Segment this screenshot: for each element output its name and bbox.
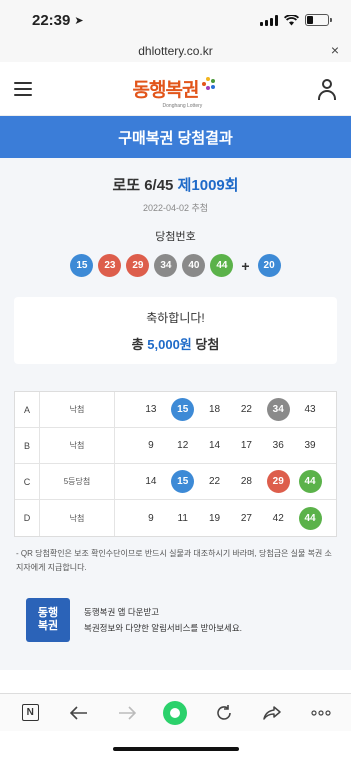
pick-number: 19: [209, 512, 221, 524]
winning-numbers: 15 23 29 34 40 44 + 20: [0, 254, 351, 277]
pick-number: 12: [177, 440, 189, 451]
url-text: dhlottery.co.kr: [138, 44, 213, 58]
pick-number-hit: 44: [298, 506, 322, 530]
pick-number: 9: [148, 440, 154, 451]
signal-icon: [260, 14, 278, 26]
congrats-text: 축하합니다!: [146, 310, 205, 325]
home-dot-icon[interactable]: [161, 699, 189, 727]
table-row: C 5등당첨 14 15 22 28 29 44: [15, 464, 336, 500]
logo[interactable]: 동행복권 Donghang Lottery: [132, 75, 217, 109]
pick-status: 낙첨: [40, 500, 115, 536]
pick-status: 5등당첨: [40, 464, 115, 499]
winning-ball: 40: [182, 254, 206, 277]
pick-number: 36: [272, 440, 284, 451]
pick-letter: D: [15, 500, 40, 536]
pick-number-hit: 15: [171, 470, 195, 493]
promo-line2: 복권정보와 다양한 알림서비스를 받아보세요.: [84, 623, 243, 633]
app-promo[interactable]: 동행 복권 동행복권 앱 다운받고 복권정보와 다양한 알림서비스를 받아보세요…: [0, 595, 351, 645]
page-title: 구매복권 당첨결과: [0, 116, 351, 158]
pick-number-hit: 44: [298, 470, 322, 493]
winning-ball: 23: [98, 254, 122, 277]
pick-number: 14: [145, 476, 157, 487]
winning-numbers-label: 당첨번호: [155, 231, 196, 243]
pick-numbers: 9 12 14 17 36 39: [115, 434, 336, 457]
clock-text: 22:39: [32, 11, 71, 29]
winning-ball: 34: [154, 254, 178, 277]
back-arrow-icon[interactable]: [65, 699, 93, 727]
more-icon[interactable]: [307, 699, 335, 727]
reload-icon[interactable]: [210, 699, 238, 727]
prize-prefix: 총: [131, 336, 144, 352]
url-bar[interactable]: dhlottery.co.kr ×: [0, 40, 351, 62]
location-arrow-icon: ➤: [74, 14, 84, 27]
promo-line1: 동행복권 앱 다운받고: [84, 607, 160, 617]
share-icon[interactable]: [258, 699, 286, 727]
logo-subtitle: Donghang Lottery: [162, 103, 203, 109]
pick-letter: A: [15, 392, 40, 427]
logo-text: 동행복권: [132, 75, 200, 102]
prize-amount: 5,000원: [147, 336, 192, 352]
prize-text: 총 5,000원 당첨: [132, 334, 220, 353]
pick-number: 42: [272, 512, 284, 524]
browser-toolbar: N: [0, 693, 351, 731]
pick-letter: B: [15, 428, 40, 463]
plus-sign: +: [241, 257, 250, 274]
pick-status: 낙첨: [40, 428, 115, 463]
pick-status: 낙첨: [40, 392, 115, 427]
close-icon[interactable]: ×: [331, 42, 339, 58]
pick-number: 22: [209, 476, 221, 487]
table-row: A 낙첨 13 15 18 22 34 43: [15, 392, 336, 428]
battery-icon: [305, 14, 332, 26]
winning-ball: 15: [70, 254, 94, 277]
pick-number: 39: [304, 440, 316, 451]
winning-ball: 29: [126, 254, 150, 277]
wifi-icon: [284, 14, 299, 25]
draw-date: 2022-04-02 추첨: [142, 203, 209, 213]
pick-number: 9: [148, 512, 154, 524]
pick-number: 11: [177, 512, 188, 524]
pick-number: 27: [240, 512, 252, 524]
logo-wordmark: 동행복권: [132, 80, 200, 101]
app-header: 동행복권 Donghang Lottery: [0, 62, 351, 116]
promo-logo-line2: 복권: [37, 620, 59, 632]
pick-number: 17: [240, 440, 252, 451]
pick-number-hit: 34: [266, 398, 290, 421]
pick-number: 14: [209, 440, 221, 451]
user-icon[interactable]: [317, 78, 337, 100]
logo-burst-icon: [200, 76, 216, 92]
pick-number-hit: 15: [171, 398, 195, 421]
pick-number: 22: [240, 404, 252, 415]
home-indicator: [112, 747, 239, 751]
main-content: 로또 6/45 제1009회 2022-04-02 추첨 당첨번호 15 23 …: [0, 158, 351, 670]
status-icons: [260, 14, 332, 26]
pick-number: 18: [209, 404, 221, 415]
pick-number: 28: [240, 476, 252, 487]
notice-text: - QR 당첨확인은 보조 확인수단이므로 반드시 실물과 대조하시기 바라며,…: [16, 549, 332, 572]
pick-number: 43: [304, 404, 316, 415]
pick-numbers: 14 15 22 28 29 44: [115, 470, 336, 493]
promo-app-logo[interactable]: 동행 복권: [26, 598, 70, 642]
pick-number-hit: 29: [266, 470, 290, 493]
pick-letter: C: [15, 464, 40, 499]
pick-numbers: 13 15 18 22 34 43: [115, 398, 336, 421]
game-name: 로또 6/45: [112, 177, 174, 194]
promo-text: 동행복권 앱 다운받고 복권정보와 다양한 알림서비스를 받아보세요.: [84, 604, 242, 636]
menu-icon[interactable]: [14, 81, 32, 96]
pick-number: 13: [145, 404, 157, 415]
table-row: D 낙첨 9 11 19 27 42 44: [15, 500, 336, 536]
round-number: 제1009회: [177, 177, 239, 194]
draw-title: 로또 6/45 제1009회: [0, 174, 351, 195]
promo-logo-line1: 동행: [37, 607, 59, 619]
winning-ball: 44: [210, 254, 234, 277]
table-row: B 낙첨 9 12 14 17 36 39: [15, 428, 336, 464]
status-time: 22:39 ➤: [32, 12, 84, 29]
result-box: 축하합니다! 총 5,000원 당첨: [14, 297, 337, 364]
prize-suffix: 당첨: [195, 336, 220, 352]
n-icon[interactable]: N: [16, 699, 44, 727]
status-bar: 22:39 ➤: [0, 0, 351, 40]
bonus-ball: 20: [257, 254, 281, 277]
picks-table: A 낙첨 13 15 18 22 34 43 B 낙첨 9 12 14 17 3…: [14, 391, 337, 537]
pick-numbers: 9 11 19 27 42 44: [115, 506, 336, 530]
forward-arrow-icon[interactable]: [113, 699, 141, 727]
